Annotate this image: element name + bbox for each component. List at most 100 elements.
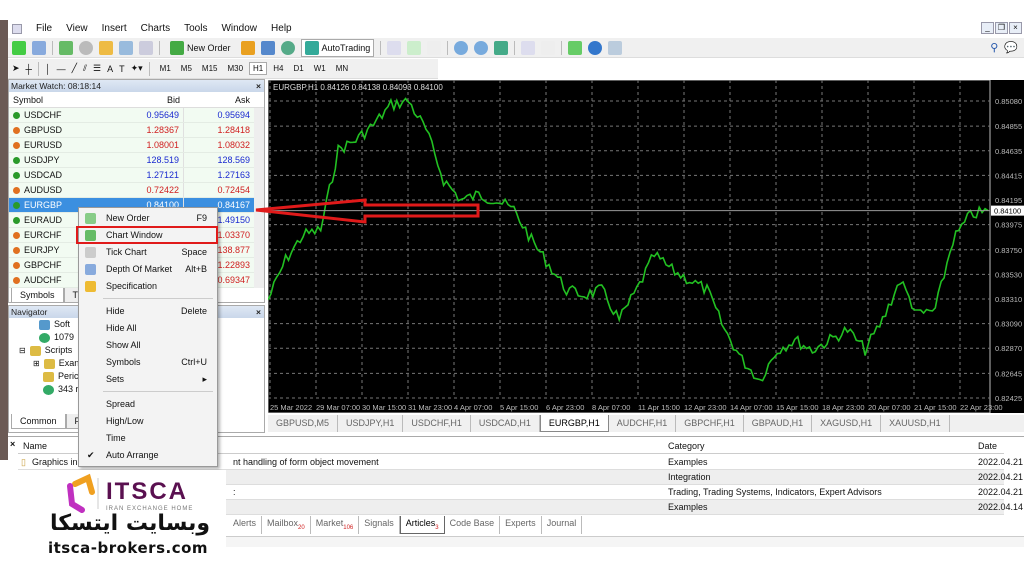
zoom-out-icon[interactable] — [474, 40, 489, 55]
market-watch-icon[interactable] — [59, 40, 73, 55]
column-name[interactable]: Name — [23, 439, 47, 454]
close-icon[interactable]: × — [256, 306, 261, 318]
menu-item-spread[interactable]: Spread — [79, 396, 217, 413]
menu-charts[interactable]: Charts — [141, 23, 170, 34]
tester-icon[interactable] — [139, 40, 153, 55]
menu-item-tick-chart[interactable]: Tick Chart Space — [79, 244, 217, 261]
close-icon[interactable]: × — [256, 80, 261, 92]
menu-item-sets[interactable]: Sets ▸ — [79, 371, 217, 388]
data-window-icon[interactable] — [79, 40, 93, 55]
timeframe-h1[interactable]: H1 — [249, 62, 268, 75]
menu-help[interactable]: Help — [271, 23, 292, 34]
toolbox-tab-signals[interactable]: Signals — [359, 516, 400, 534]
menu-tools[interactable]: Tools — [184, 23, 207, 34]
collapse-icon[interactable]: ⊟ — [19, 344, 26, 357]
menu-item-time[interactable]: Time — [79, 430, 217, 447]
market-watch-row[interactable]: AUDUSD 0.72422 0.72454 — [9, 183, 264, 198]
chart-tab[interactable]: EURGBP,H1 — [539, 415, 609, 432]
crosshair-icon[interactable]: ┼ — [26, 64, 32, 74]
timeframe-m15[interactable]: M15 — [198, 62, 222, 75]
menu-item-hide[interactable]: Hide Delete — [79, 303, 217, 320]
column-bid[interactable]: Bid — [119, 92, 184, 107]
menu-file[interactable]: File — [36, 23, 52, 34]
menu-view[interactable]: View — [66, 23, 88, 34]
column-category[interactable]: Category — [668, 439, 705, 454]
column-date[interactable]: Date — [978, 439, 997, 454]
shapes-icon[interactable]: ✦▾ — [131, 63, 143, 74]
chart-tab[interactable]: AUDCHF,H1 — [609, 415, 677, 432]
toolbox-tab-market[interactable]: Market106 — [311, 516, 360, 534]
trendline-icon[interactable]: ╱ — [72, 63, 77, 74]
templates-icon[interactable] — [608, 40, 623, 55]
market-watch-row[interactable]: USDJPY 128.519 128.569 — [9, 153, 264, 168]
market-watch-row[interactable]: USDCHF 0.95649 0.95694 — [9, 108, 264, 123]
terminal-icon[interactable] — [119, 40, 133, 55]
vertical-line-icon[interactable]: │ — [45, 64, 51, 74]
metaeditor-icon[interactable] — [240, 40, 255, 55]
menu-item-depth-of-market[interactable]: Depth Of Market Alt+B — [79, 261, 217, 278]
text-label-icon[interactable]: T — [119, 64, 125, 74]
new-order-button[interactable]: New Order — [166, 39, 235, 57]
vps-icon[interactable] — [280, 40, 295, 55]
autoscroll-icon[interactable] — [521, 40, 536, 55]
chart-tab[interactable]: GBPAUD,H1 — [744, 415, 813, 432]
menu-item-symbols[interactable]: Symbols Ctrl+U — [79, 354, 217, 371]
price-chart[interactable]: 0.85080 0.84855 0.84635 0.84415 0.84195 0.839… — [267, 79, 1024, 414]
close-button[interactable]: × — [1009, 22, 1022, 34]
timeframe-m30[interactable]: M30 — [223, 62, 247, 75]
candlestick-icon[interactable] — [407, 40, 422, 55]
timeframe-m1[interactable]: M1 — [156, 62, 175, 75]
new-chart-icon[interactable] — [12, 40, 26, 55]
restore-button[interactable]: ❐ — [995, 22, 1008, 34]
menu-item-auto-arrange[interactable]: ✔ Auto Arrange — [79, 447, 217, 464]
column-symbol[interactable]: Symbol — [9, 92, 119, 107]
chart-tab[interactable]: USDCHF,H1 — [403, 415, 471, 432]
toolbox-tab-journal[interactable]: Journal — [542, 516, 583, 534]
community-icon[interactable] — [260, 40, 275, 55]
autotrading-button[interactable]: AutoTrading — [300, 38, 375, 57]
chat-icon[interactable]: 💬 — [1004, 41, 1018, 54]
menu-item-new-order[interactable]: New Order F9 — [79, 210, 217, 227]
chart-tab[interactable]: XAUUSD,H1 — [881, 415, 950, 432]
cursor-icon[interactable]: ➤ — [12, 63, 20, 74]
fibonacci-icon[interactable]: ☰ — [93, 63, 101, 74]
chart-tab[interactable]: GBPUSD,M5 — [268, 415, 339, 432]
timeframe-mn[interactable]: MN — [332, 62, 352, 75]
line-chart-icon[interactable] — [427, 40, 442, 55]
indicators-icon[interactable] — [568, 40, 583, 55]
market-watch-row[interactable]: GBPUSD 1.28367 1.28418 — [9, 123, 264, 138]
navigator-icon[interactable] — [99, 40, 113, 55]
chart-tab[interactable]: USDJPY,H1 — [338, 415, 404, 432]
tab-symbols[interactable]: Symbols — [11, 288, 64, 303]
toolbox-tab-alerts[interactable]: Alerts — [228, 516, 263, 534]
chart-tab[interactable]: USDCAD,H1 — [471, 415, 540, 432]
menu-item-hide-all[interactable]: Hide All — [79, 320, 217, 337]
chart-window[interactable]: 0.85080 0.84855 0.84635 0.84415 0.84195 0.839… — [267, 79, 1024, 414]
tile-windows-icon[interactable] — [494, 40, 509, 55]
chart-tab[interactable]: GBPCHF,H1 — [676, 415, 744, 432]
menu-item-show-all[interactable]: Show All — [79, 337, 217, 354]
zoom-in-icon[interactable] — [454, 40, 469, 55]
horizontal-line-icon[interactable]: — — [57, 64, 66, 74]
channel-icon[interactable]: ⫽ — [83, 63, 87, 74]
text-icon[interactable]: A — [107, 64, 113, 74]
profiles-icon[interactable] — [32, 40, 46, 55]
menu-item-specification[interactable]: Specification — [79, 278, 217, 295]
timeframe-w1[interactable]: W1 — [310, 62, 330, 75]
minimize-button[interactable]: _ — [981, 22, 994, 34]
expand-icon[interactable]: ⊞ — [33, 357, 40, 370]
chart-shift-icon[interactable] — [541, 40, 556, 55]
tab-common[interactable]: Common — [11, 414, 66, 429]
bar-chart-icon[interactable] — [387, 40, 402, 55]
toolbox-tab-articles[interactable]: Articles3 — [399, 516, 445, 534]
toolbox-tab-code-base[interactable]: Code Base — [445, 516, 501, 534]
timeframe-h4[interactable]: H4 — [269, 62, 287, 75]
periods-icon[interactable] — [588, 40, 603, 55]
column-ask[interactable]: Ask — [184, 92, 254, 107]
toolbox-tab-experts[interactable]: Experts — [500, 516, 542, 534]
menu-window[interactable]: Window — [221, 23, 257, 34]
menu-item-high-low[interactable]: High/Low — [79, 413, 217, 430]
toolbox-tab-mailbox[interactable]: Mailbox20 — [262, 516, 311, 534]
timeframe-m5[interactable]: M5 — [177, 62, 196, 75]
market-watch-row[interactable]: EURUSD 1.08001 1.08032 — [9, 138, 264, 153]
